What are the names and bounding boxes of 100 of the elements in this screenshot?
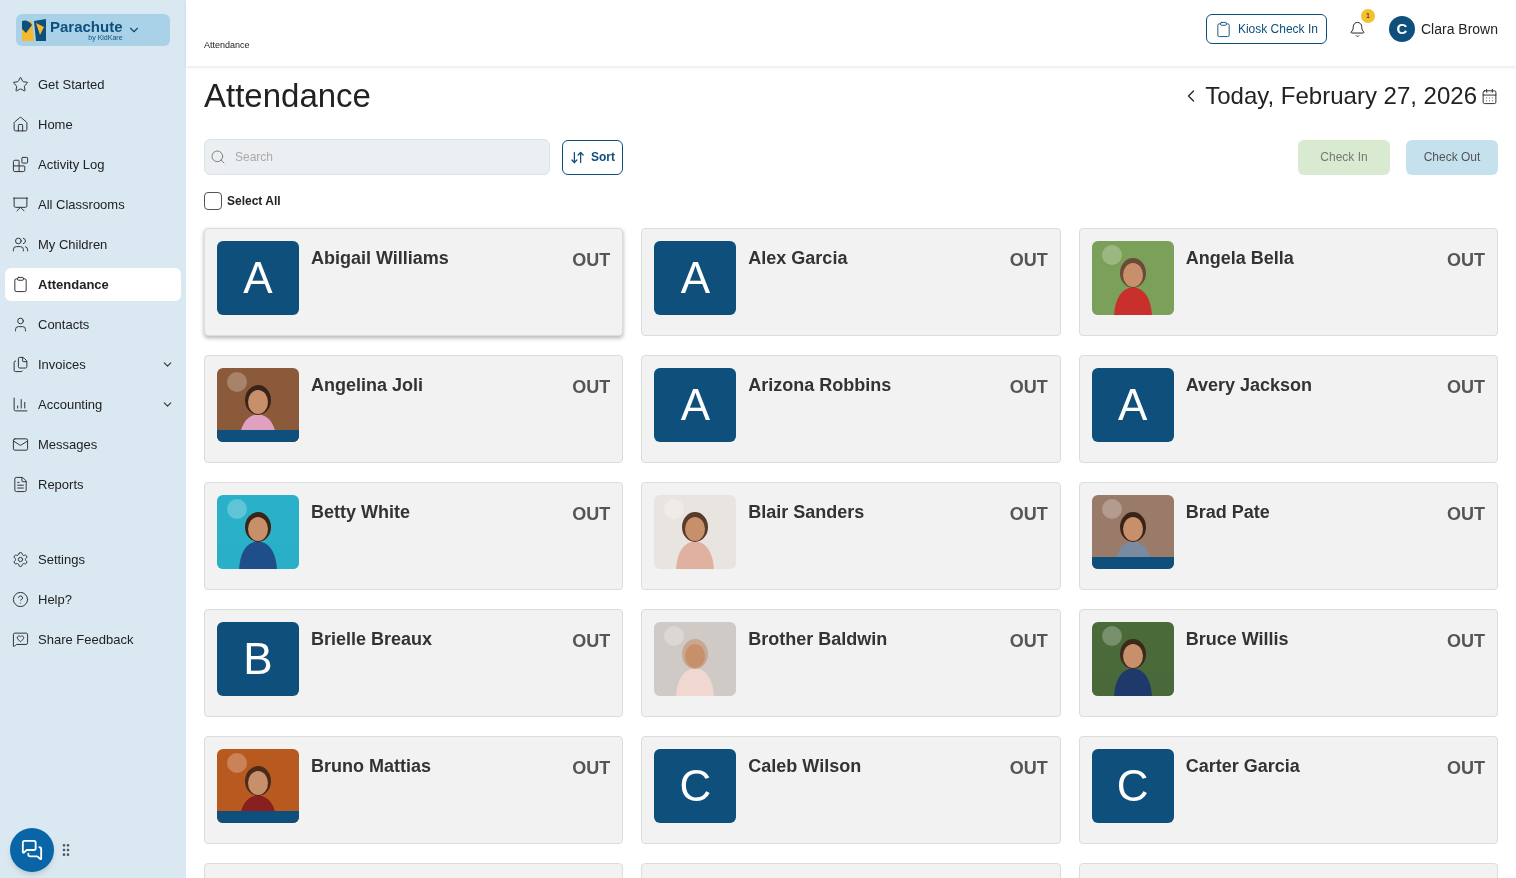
star-icon [12, 76, 29, 93]
child-name: Brielle Breaux [311, 628, 434, 651]
attendance-status: OUT [1447, 503, 1485, 526]
kiosk-check-in-button[interactable]: Kiosk Check In [1205, 14, 1327, 44]
attendance-status: OUT [1009, 630, 1048, 653]
child-card[interactable]: Angela Bella OUT [1078, 228, 1498, 336]
select-all-checkbox[interactable] [204, 192, 222, 210]
sidebar-item[interactable]: Messages [5, 428, 181, 461]
initial-avatar: A [217, 241, 299, 315]
user-name[interactable]: Clara Brown [1420, 18, 1498, 40]
child-card[interactable]: Betty White OUT [204, 482, 624, 590]
attendance-status: OUT [1447, 249, 1485, 272]
sidebar-item[interactable]: Share Feedback [5, 623, 181, 656]
child-card[interactable]: Angelina Joli OUT [204, 355, 624, 463]
initial-avatar: A [654, 368, 737, 442]
sidebar-item[interactable]: Invoices [5, 348, 181, 381]
child-name: Bruno Mattias [311, 755, 432, 778]
initial-avatar: C [654, 749, 737, 823]
sidebar-item[interactable]: Help? [5, 583, 181, 616]
initial-avatar: C [1091, 749, 1174, 823]
attendance-status: OUT [572, 503, 611, 526]
child-name: Angela Bella [1185, 247, 1295, 270]
child-card[interactable]: A Alex Garcia OUT [641, 228, 1061, 336]
select-all-label[interactable]: Select All [227, 192, 281, 210]
documents-icon [12, 356, 29, 373]
check-out-button[interactable]: Check Out [1406, 139, 1498, 175]
attendance-status: OUT [1447, 630, 1485, 653]
feedback-icon [12, 631, 29, 648]
user-avatar[interactable]: C [1388, 16, 1415, 42]
chat-icon [21, 839, 43, 861]
child-name: Angelina Joli [311, 374, 425, 397]
attendance-status: OUT [1009, 249, 1048, 272]
notification-badge: 1 [1360, 9, 1375, 23]
settings-icon [12, 551, 29, 568]
logo-icon [22, 19, 46, 41]
clipboard-icon [12, 276, 29, 293]
child-name: Avery Jackson [1185, 374, 1314, 397]
child-card[interactable]: Brad Pate OUT [1078, 482, 1498, 590]
child-name: Caleb Wilson [748, 755, 863, 778]
child-name: Alex Garcia [748, 247, 849, 270]
child-card[interactable]: Bruce Willis OUT [1078, 609, 1498, 717]
child-name: Blair Sanders [748, 501, 866, 524]
attendance-status: OUT [572, 630, 611, 653]
bell-icon [1349, 20, 1367, 38]
chat-button[interactable] [10, 828, 54, 872]
help-icon [12, 591, 29, 608]
child-card[interactable]: A Abigail Williams OUT [204, 228, 624, 336]
page-title: Attendance [204, 76, 371, 117]
sort-button[interactable]: Sort [562, 139, 623, 175]
child-card[interactable]: C Carter Garcia OUT [1078, 736, 1498, 844]
sidebar-item[interactable]: Get Started [5, 68, 181, 101]
child-name: Abigail Williams [311, 247, 450, 270]
sidebar-item[interactable]: My Children [5, 228, 181, 261]
child-name: Bruce Willis [1185, 628, 1290, 651]
child-name: Arizona Robbins [748, 374, 893, 397]
sidebar-item[interactable]: Activity Log [5, 148, 181, 181]
sidebar-item[interactable]: Accounting [5, 388, 181, 421]
initial-avatar: A [1091, 368, 1174, 442]
attendance-status: OUT [1009, 503, 1048, 526]
child-card[interactable]: A Arizona Robbins OUT [641, 355, 1061, 463]
child-card[interactable]: B Brielle Breaux OUT [204, 609, 624, 717]
document-icon [12, 476, 29, 493]
users-icon [12, 236, 29, 253]
breadcrumb[interactable]: Attendance [204, 38, 250, 52]
attendance-status: OUT [572, 757, 611, 780]
sidebar-item[interactable]: All Classrooms [5, 188, 181, 221]
bar-chart-icon [12, 396, 29, 413]
home-icon [12, 116, 29, 133]
check-in-button[interactable]: Check In [1298, 139, 1390, 175]
sidebar-item[interactable]: Settings [5, 543, 181, 576]
mail-icon [12, 436, 29, 453]
user-icon [12, 316, 29, 333]
blocks-icon [12, 156, 29, 173]
sort-icon [570, 149, 585, 165]
sidebar-item[interactable]: Reports [5, 468, 181, 501]
child-name: Betty White [311, 501, 411, 524]
child-name: Carter Garcia [1185, 755, 1301, 778]
date-label: Today, February 27, 2026 [1205, 81, 1477, 111]
child-card[interactable]: C Caleb Wilson OUT [641, 736, 1061, 844]
attendance-status: OUT [1009, 376, 1048, 399]
sidebar-item[interactable]: Contacts [5, 308, 181, 341]
board-icon [12, 196, 29, 213]
child-card[interactable]: Brother Baldwin OUT [641, 609, 1061, 717]
attendance-status: OUT [572, 376, 611, 399]
child-card[interactable]: Bruno Mattias OUT [204, 736, 624, 844]
sidebar-item[interactable]: Home [5, 108, 181, 141]
child-name: Brother Baldwin [748, 628, 889, 651]
initial-avatar: A [654, 241, 737, 315]
attendance-status: OUT [1447, 757, 1485, 780]
child-name: Brad Pate [1185, 501, 1271, 524]
calendar-icon[interactable] [1481, 87, 1498, 105]
sidebar-item[interactable]: Attendance [5, 268, 181, 301]
search-icon [210, 149, 226, 165]
brand-name: Parachute [50, 19, 123, 34]
child-card[interactable]: A Avery Jackson OUT [1078, 355, 1498, 463]
attendance-status: OUT [1447, 376, 1485, 399]
attendance-status: OUT [1009, 757, 1048, 780]
child-card[interactable]: Blair Sanders OUT [641, 482, 1061, 590]
attendance-status: OUT [572, 249, 611, 272]
search-field[interactable]: Search [204, 139, 550, 175]
